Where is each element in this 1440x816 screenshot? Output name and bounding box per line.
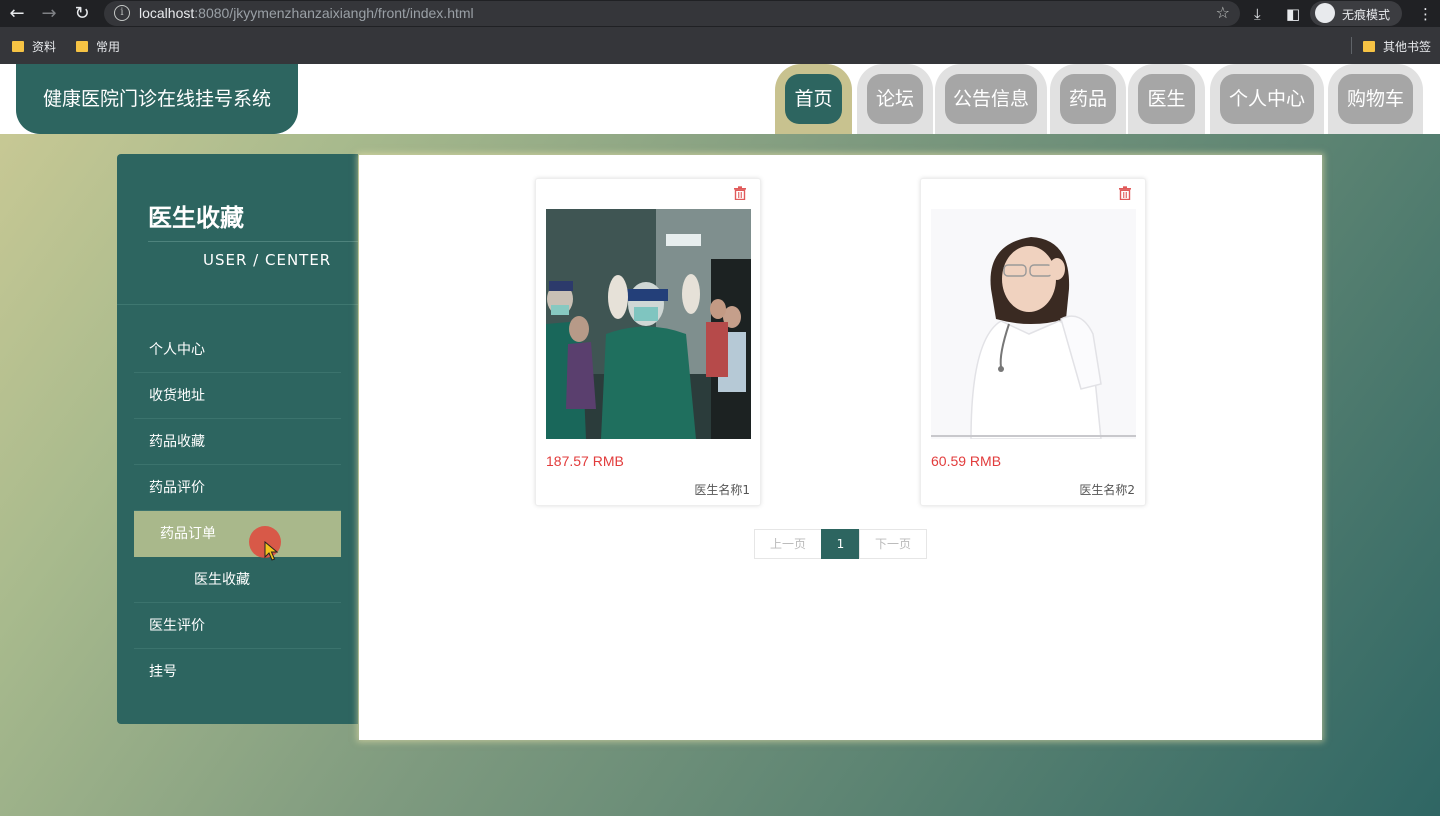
site-logo[interactable]: 健康医院门诊在线挂号系统 bbox=[16, 64, 298, 134]
doctor-photo-female[interactable] bbox=[931, 209, 1136, 439]
back-icon[interactable]: ← bbox=[6, 3, 28, 25]
forward-icon[interactable]: → bbox=[38, 3, 60, 25]
download-icon[interactable]: ⤓ bbox=[1254, 3, 1261, 25]
bookmarks-bar: 资料 常用 其他书签 bbox=[0, 27, 1440, 64]
doctor-card[interactable]: 60.59 RMB 医生名称2 bbox=[920, 178, 1146, 506]
nav-medicine[interactable]: 药品 bbox=[1050, 64, 1126, 134]
menu-kebab-icon[interactable]: ⋮ bbox=[1418, 3, 1433, 25]
prev-page-button[interactable]: 上一页 bbox=[754, 529, 822, 559]
trash-icon[interactable] bbox=[733, 186, 747, 200]
sidebar-subtitle: USER / CENTER bbox=[203, 251, 332, 269]
doctor-photo-surgeons[interactable] bbox=[546, 209, 751, 439]
sidebar: 医生收藏 USER / CENTER 个人中心 收货地址 药品收藏 药品评价 药… bbox=[117, 154, 358, 724]
sidebar-item-medicine-reviews[interactable]: 药品评价 bbox=[134, 465, 341, 511]
address-bar[interactable]: i localhost:8080/jkyymenzhanzaixiangh/fr… bbox=[104, 1, 1240, 26]
folder-icon bbox=[12, 41, 24, 52]
doctor-card[interactable]: 187.57 RMB 医生名称1 bbox=[535, 178, 761, 506]
page-number-button[interactable]: 1 bbox=[821, 529, 860, 559]
nav-announcements[interactable]: 公告信息 bbox=[935, 64, 1047, 134]
browser-toolbar: ← → ↻ i localhost:8080/jkyymenzhanzaixia… bbox=[0, 0, 1440, 27]
nav-forum[interactable]: 论坛 bbox=[857, 64, 933, 134]
nav-user-center[interactable]: 个人中心 bbox=[1210, 64, 1324, 134]
sidebar-item-registration[interactable]: 挂号 bbox=[134, 649, 341, 695]
sidebar-item-medicine-orders[interactable]: 药品订单 bbox=[134, 511, 341, 557]
incognito-badge[interactable]: 无痕模式 bbox=[1310, 1, 1402, 26]
sidebar-item-medicine-favorites[interactable]: 药品收藏 bbox=[134, 419, 341, 465]
nav-home[interactable]: 首页 bbox=[775, 64, 852, 134]
reload-icon[interactable]: ↻ bbox=[71, 3, 93, 25]
card-price: 187.57 RMB bbox=[546, 453, 624, 469]
sidebar-item-doctor-favorites[interactable]: 医生收藏 bbox=[134, 557, 341, 603]
nav-cart[interactable]: 购物车 bbox=[1328, 64, 1423, 134]
sidebar-title: 医生收藏 bbox=[148, 204, 244, 232]
sidebar-item-doctor-reviews[interactable]: 医生评价 bbox=[134, 603, 341, 649]
site-info-icon[interactable]: i bbox=[114, 5, 130, 21]
sidebar-divider bbox=[148, 241, 358, 242]
card-doctor-name[interactable]: 医生名称2 bbox=[1079, 481, 1135, 498]
bookmark-star-icon[interactable]: ☆ bbox=[1216, 3, 1230, 22]
folder-icon bbox=[76, 41, 88, 52]
trash-icon[interactable] bbox=[1118, 186, 1132, 200]
nav-doctor[interactable]: 医生 bbox=[1128, 64, 1205, 134]
bookmark-folder[interactable]: 常用 bbox=[76, 38, 120, 55]
mouse-cursor-icon bbox=[264, 541, 278, 561]
content-panel: 187.57 RMB 医生名称1 60.59 RMB 医生名称2 上一页 1 下… bbox=[359, 155, 1322, 740]
url-text: localhost:8080/jkyymenzhanzaixiangh/fron… bbox=[139, 5, 474, 21]
incognito-icon bbox=[1315, 3, 1335, 23]
bookmark-folder[interactable]: 资料 bbox=[12, 38, 56, 55]
bookmark-separator bbox=[1351, 37, 1352, 54]
sidebar-item-user-center[interactable]: 个人中心 bbox=[134, 327, 341, 373]
other-bookmarks[interactable]: 其他书签 bbox=[1363, 38, 1431, 55]
sidebar-header: 医生收藏 USER / CENTER bbox=[117, 154, 358, 305]
folder-icon bbox=[1363, 41, 1375, 52]
card-price: 60.59 RMB bbox=[931, 453, 1002, 469]
side-panel-icon[interactable]: ◧ bbox=[1286, 3, 1300, 25]
site-header: 健康医院门诊在线挂号系统 首页 论坛 公告信息 药品 医生 个人中心 购物车 bbox=[0, 64, 1440, 134]
sidebar-item-address[interactable]: 收货地址 bbox=[134, 373, 341, 419]
card-doctor-name[interactable]: 医生名称1 bbox=[694, 481, 750, 498]
next-page-button[interactable]: 下一页 bbox=[859, 529, 927, 559]
